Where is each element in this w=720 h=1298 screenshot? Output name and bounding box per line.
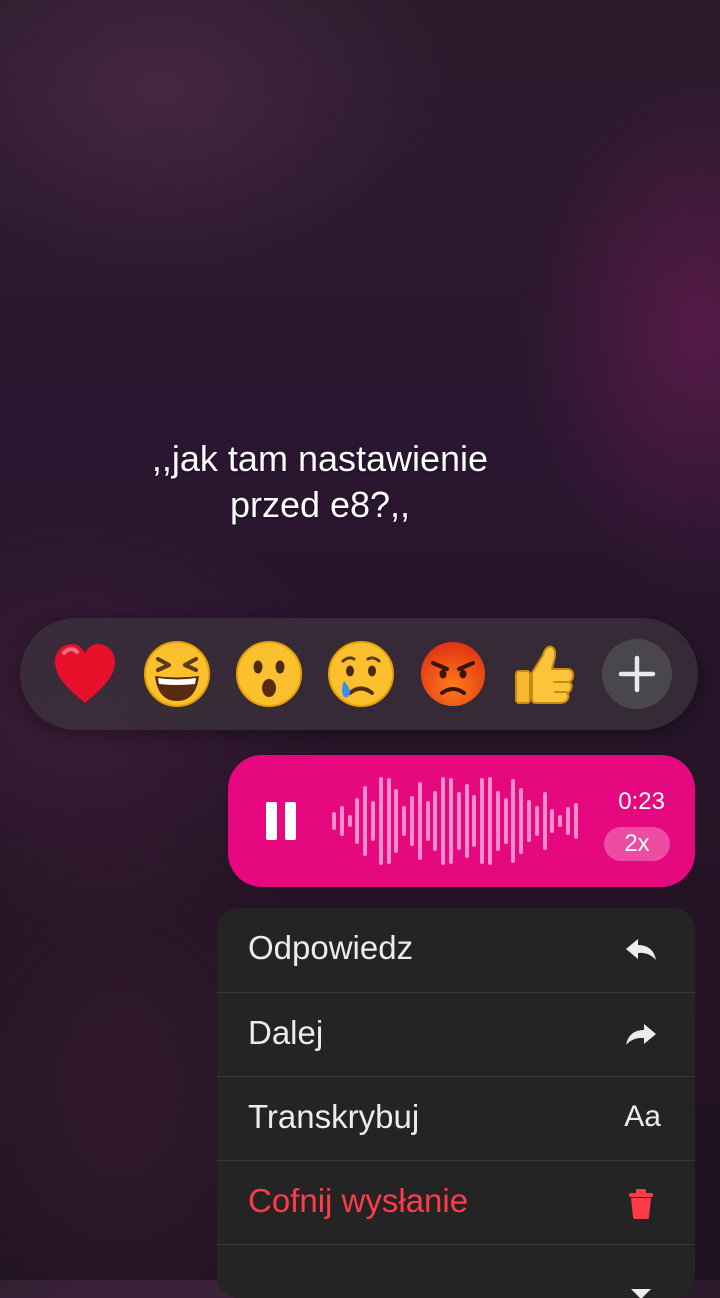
menu-item-reply[interactable]: Odpowiedz <box>217 908 695 992</box>
voice-duration: 0:23 <box>618 788 665 815</box>
trash-icon <box>629 1189 653 1219</box>
surprised-emoji[interactable] <box>234 639 304 709</box>
waveform-bar <box>550 809 555 833</box>
waveform-bar <box>378 777 383 865</box>
thumbs-up-emoji[interactable] <box>510 639 580 709</box>
waveform-bar <box>488 777 492 865</box>
waveform-bar <box>511 779 516 863</box>
waveform-bar <box>433 791 438 851</box>
pause-icon[interactable] <box>266 802 302 840</box>
waveform-bar <box>472 795 477 847</box>
plus-icon <box>618 655 656 693</box>
waveform-bar <box>573 803 578 839</box>
waveform-bar <box>347 815 352 827</box>
menu-item-label: Odpowiedz <box>248 929 414 966</box>
menu-item-save[interactable] <box>217 1244 695 1298</box>
download-icon <box>631 1289 651 1298</box>
text-size-icon: Aa <box>624 1100 661 1133</box>
waveform-bar <box>425 801 430 841</box>
forward-icon <box>626 1024 656 1045</box>
waveform-bar <box>464 784 469 858</box>
angry-emoji[interactable] <box>418 639 488 709</box>
waveform-bar <box>519 788 524 854</box>
laughing-emoji[interactable] <box>142 639 212 709</box>
waveform-bar <box>480 778 485 864</box>
menu-item-forward[interactable]: Dalej <box>217 992 695 1076</box>
waveform-bar <box>441 777 446 865</box>
menu-item-label: Transkrybuj <box>248 1098 420 1135</box>
waveform-bar <box>495 791 500 851</box>
more-reactions-button[interactable] <box>602 639 672 709</box>
reaction-bar <box>20 618 698 730</box>
waveform-bar <box>542 792 547 850</box>
waveform-bar <box>503 798 508 844</box>
menu-item-unsend[interactable]: Cofnij wysłanie <box>217 1160 695 1244</box>
waveform-bar <box>534 806 539 836</box>
crying-emoji[interactable] <box>326 639 396 709</box>
waveform-bar <box>402 806 407 836</box>
caption-line-1: ,,jak tam nastawienie <box>151 438 489 479</box>
waveform-bar <box>371 801 375 841</box>
waveform-bar <box>355 798 360 844</box>
reply-icon <box>626 939 656 960</box>
menu-item-transcribe[interactable]: Transkrybuj Aa <box>217 1076 695 1160</box>
waveform-bar <box>394 789 399 853</box>
waveform-bar <box>410 796 414 846</box>
waveform-bar <box>332 812 336 830</box>
waveform-bar <box>527 800 531 842</box>
menu-item-label: Cofnij wysłanie <box>248 1182 469 1219</box>
menu-item-label: Dalej <box>248 1014 324 1051</box>
caption-text: ,,jak tam nastawienie przed e8?,, <box>0 436 640 528</box>
waveform-bar <box>386 778 391 864</box>
audio-waveform[interactable] <box>332 775 582 867</box>
waveform-bar <box>417 782 422 860</box>
waveform-bar <box>339 806 344 836</box>
voice-message-bubble[interactable]: 0:23 2x <box>228 755 695 887</box>
waveform-bar <box>456 792 461 850</box>
waveform-bar <box>566 807 570 835</box>
waveform-bar <box>449 778 453 864</box>
context-menu: Odpowiedz Dalej Transkrybuj Aa Cofnij wy… <box>217 908 695 1298</box>
waveform-bar <box>363 786 368 856</box>
waveform-bar <box>558 815 563 827</box>
playback-speed-button[interactable]: 2x <box>604 827 670 861</box>
caption-line-2: przed e8?,, <box>229 484 411 525</box>
heart-emoji[interactable] <box>50 639 120 709</box>
